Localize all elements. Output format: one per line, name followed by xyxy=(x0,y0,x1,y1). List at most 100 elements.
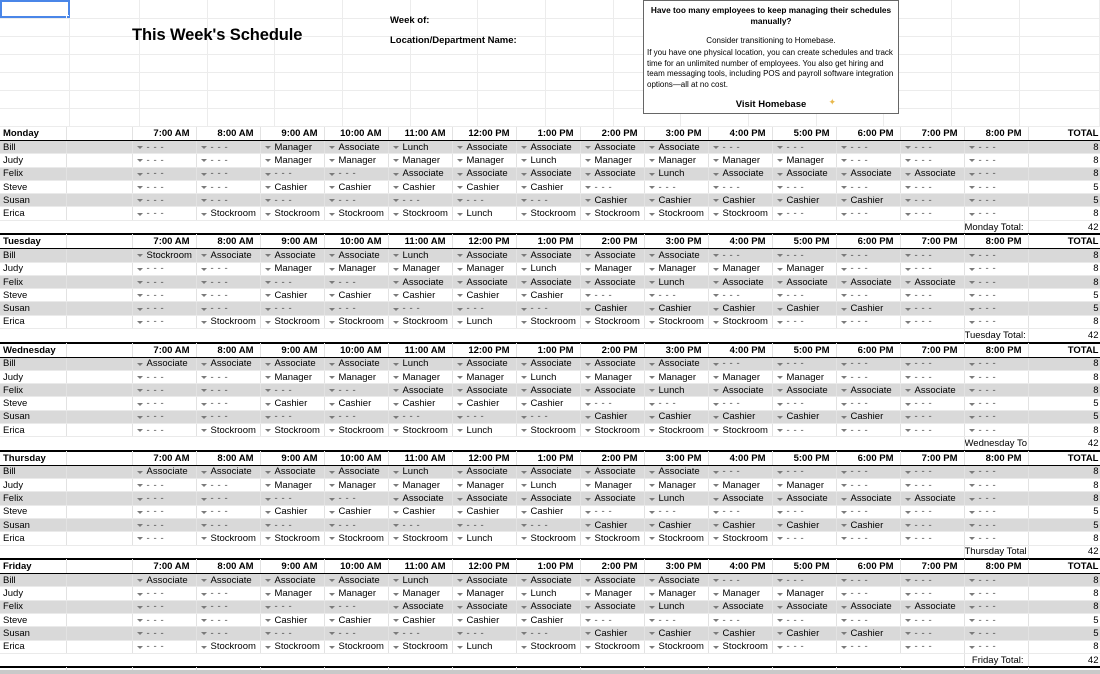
chevron-down-icon[interactable] xyxy=(712,199,719,203)
chevron-down-icon[interactable] xyxy=(136,524,143,528)
chevron-down-icon[interactable] xyxy=(712,376,719,379)
chevron-down-icon[interactable] xyxy=(392,159,399,163)
chevron-down-icon[interactable] xyxy=(904,470,911,474)
chevron-down-icon[interactable] xyxy=(648,497,655,501)
chevron-down-icon[interactable] xyxy=(264,199,271,203)
shift-cell[interactable]: Manager xyxy=(644,370,709,385)
shift-cell[interactable]: Cashier xyxy=(644,518,709,533)
chevron-down-icon[interactable] xyxy=(712,267,719,271)
chevron-down-icon[interactable] xyxy=(712,146,719,150)
chevron-down-icon[interactable] xyxy=(776,281,783,285)
shift-cell[interactable]: Stockroom xyxy=(196,531,261,546)
chevron-down-icon[interactable] xyxy=(840,212,847,216)
shift-cell[interactable]: - - - xyxy=(580,505,645,520)
chevron-down-icon[interactable] xyxy=(648,510,655,514)
shift-cell[interactable]: - - - xyxy=(324,410,389,425)
shift-cell[interactable]: Cashier xyxy=(516,613,581,628)
chevron-down-icon[interactable] xyxy=(520,146,527,150)
shift-cell[interactable]: - - - xyxy=(196,478,261,493)
shift-cell[interactable]: Manager xyxy=(388,153,453,168)
chevron-down-icon[interactable] xyxy=(840,632,847,636)
chevron-down-icon[interactable] xyxy=(328,267,335,271)
shift-cell[interactable]: - - - xyxy=(132,478,197,493)
shift-cell[interactable]: Stockroom xyxy=(196,315,261,330)
chevron-down-icon[interactable] xyxy=(264,267,271,271)
chevron-down-icon[interactable] xyxy=(968,389,975,393)
chevron-down-icon[interactable] xyxy=(712,402,719,406)
shift-cell[interactable]: Lunch xyxy=(516,478,581,493)
chevron-down-icon[interactable] xyxy=(200,172,207,176)
chevron-down-icon[interactable] xyxy=(712,484,719,488)
shift-cell[interactable]: - - - xyxy=(324,275,389,290)
shift-cell[interactable]: - - - xyxy=(196,396,261,411)
chevron-down-icon[interactable] xyxy=(200,429,207,433)
shift-cell[interactable]: Associate xyxy=(388,383,453,398)
shift-cell[interactable]: Manager xyxy=(324,153,389,168)
shift-cell[interactable]: - - - xyxy=(900,206,965,221)
shift-cell[interactable]: Manager xyxy=(452,153,517,168)
shift-cell[interactable]: Lunch xyxy=(516,262,581,276)
shift-cell[interactable]: - - - xyxy=(836,206,901,221)
shift-cell[interactable]: Associate xyxy=(644,465,709,480)
shift-cell[interactable]: - - - xyxy=(836,465,901,480)
chevron-down-icon[interactable] xyxy=(200,159,207,163)
shift-cell[interactable]: - - - xyxy=(836,396,901,411)
chevron-down-icon[interactable] xyxy=(584,254,591,258)
shift-cell[interactable]: - - - xyxy=(836,613,901,628)
shift-cell[interactable]: - - - xyxy=(708,465,773,480)
chevron-down-icon[interactable] xyxy=(648,429,655,433)
shift-cell[interactable]: - - - xyxy=(772,423,837,438)
chevron-down-icon[interactable] xyxy=(456,470,463,474)
chevron-down-icon[interactable] xyxy=(200,212,207,216)
chevron-down-icon[interactable] xyxy=(968,632,975,636)
shift-cell[interactable]: - - - xyxy=(964,248,1029,263)
chevron-down-icon[interactable] xyxy=(904,376,911,379)
shift-cell[interactable]: Associate xyxy=(900,491,965,506)
shift-cell[interactable]: Cashier xyxy=(388,505,453,520)
chevron-down-icon[interactable] xyxy=(200,537,207,541)
shift-cell[interactable]: Associate xyxy=(900,167,965,181)
shift-cell[interactable]: Manager xyxy=(772,153,837,168)
shift-cell[interactable]: - - - xyxy=(964,370,1029,385)
shift-cell[interactable]: - - - xyxy=(772,180,837,195)
shift-cell[interactable]: - - - xyxy=(388,193,453,208)
chevron-down-icon[interactable] xyxy=(456,497,463,501)
shift-cell[interactable]: - - - xyxy=(900,505,965,520)
shift-cell[interactable]: - - - xyxy=(516,301,581,316)
shift-cell[interactable]: - - - xyxy=(196,140,261,155)
chevron-down-icon[interactable] xyxy=(200,592,207,596)
shift-cell[interactable]: - - - xyxy=(196,370,261,385)
chevron-down-icon[interactable] xyxy=(584,579,591,583)
chevron-down-icon[interactable] xyxy=(392,579,399,583)
shift-cell[interactable]: - - - xyxy=(772,613,837,628)
shift-cell[interactable]: Cashier xyxy=(516,288,581,303)
chevron-down-icon[interactable] xyxy=(264,632,271,636)
shift-cell[interactable]: - - - xyxy=(836,573,901,588)
chevron-down-icon[interactable] xyxy=(136,537,143,541)
shift-cell[interactable]: Manager xyxy=(324,262,389,276)
active-cell-a1[interactable] xyxy=(0,0,71,19)
shift-cell[interactable]: - - - xyxy=(132,315,197,330)
chevron-down-icon[interactable] xyxy=(520,159,527,163)
shift-cell[interactable]: Lunch xyxy=(388,465,453,480)
shift-cell[interactable]: Manager xyxy=(260,262,325,276)
shift-cell[interactable]: Cashier xyxy=(644,193,709,208)
chevron-down-icon[interactable] xyxy=(456,402,463,406)
shift-cell[interactable]: Manager xyxy=(388,262,453,276)
chevron-down-icon[interactable] xyxy=(904,294,911,298)
shift-cell[interactable]: Manager xyxy=(452,370,517,385)
chevron-down-icon[interactable] xyxy=(712,159,719,163)
chevron-down-icon[interactable] xyxy=(520,320,527,324)
shift-cell[interactable]: - - - xyxy=(900,423,965,438)
shift-cell[interactable]: - - - xyxy=(708,288,773,303)
chevron-down-icon[interactable] xyxy=(264,281,271,285)
shift-cell[interactable]: - - - xyxy=(132,600,197,615)
chevron-down-icon[interactable] xyxy=(840,579,847,583)
shift-cell[interactable]: Associate xyxy=(836,167,901,181)
shift-cell[interactable]: Manager xyxy=(324,370,389,385)
shift-cell[interactable]: - - - xyxy=(132,613,197,628)
chevron-down-icon[interactable] xyxy=(200,415,207,419)
shift-cell[interactable]: - - - xyxy=(260,518,325,533)
shift-cell[interactable]: Associate xyxy=(324,573,389,588)
shift-cell[interactable]: - - - xyxy=(900,357,965,371)
